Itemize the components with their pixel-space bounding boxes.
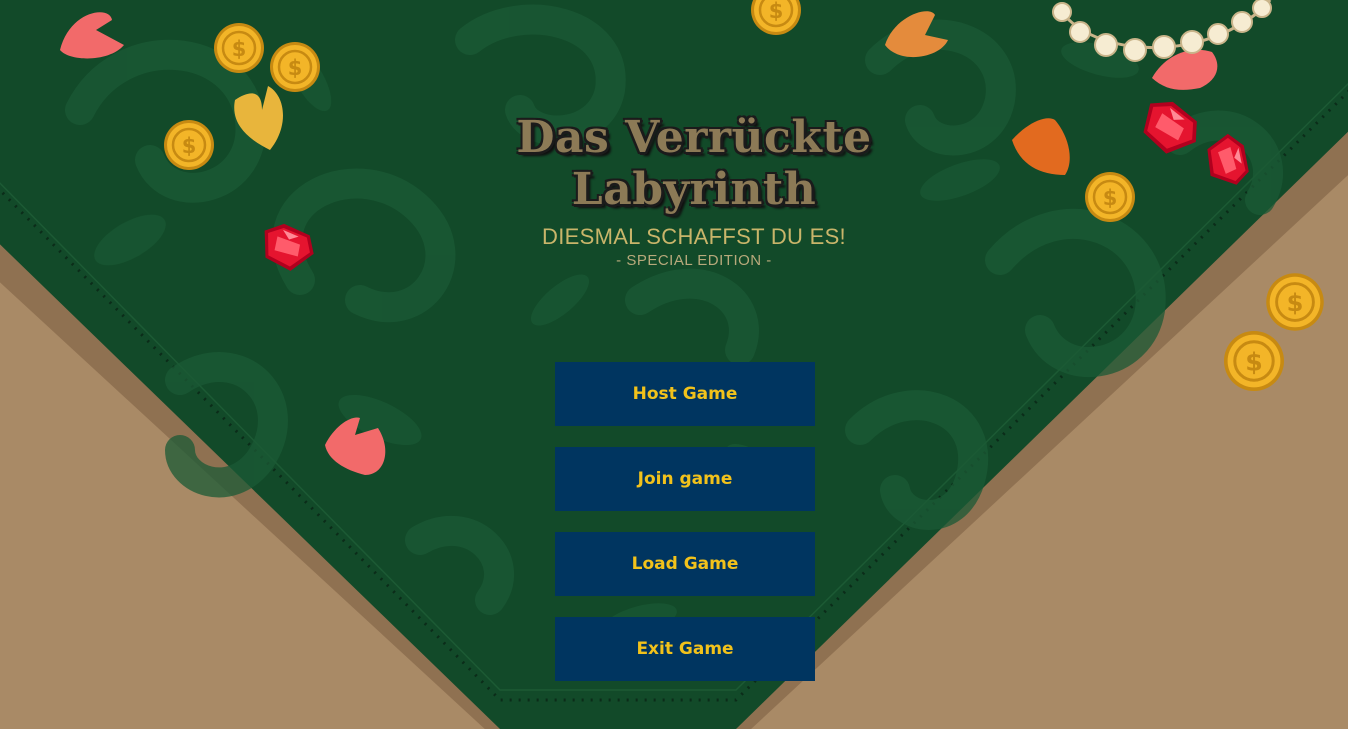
- game-title: Das Verrückte Labyrinth: [444, 112, 944, 216]
- tagline: DIESMAL SCHAFFST DU ES!: [542, 224, 846, 249]
- main-menu: Host Game Join game Load Game Exit Game: [555, 362, 815, 702]
- game-title-line1: Das Verrückte: [516, 112, 872, 163]
- exit-game-button[interactable]: Exit Game: [555, 617, 815, 681]
- title-block: Das Verrückte Labyrinth DIESMAL SCHAFFST…: [444, 112, 944, 269]
- load-game-button[interactable]: Load Game: [555, 532, 815, 596]
- host-game-button[interactable]: Host Game: [555, 362, 815, 426]
- edition-label: - SPECIAL EDITION -: [616, 252, 772, 269]
- game-main-menu: $: [0, 0, 1348, 729]
- join-game-button[interactable]: Join game: [555, 447, 815, 511]
- game-title-line2: Labyrinth: [571, 164, 817, 215]
